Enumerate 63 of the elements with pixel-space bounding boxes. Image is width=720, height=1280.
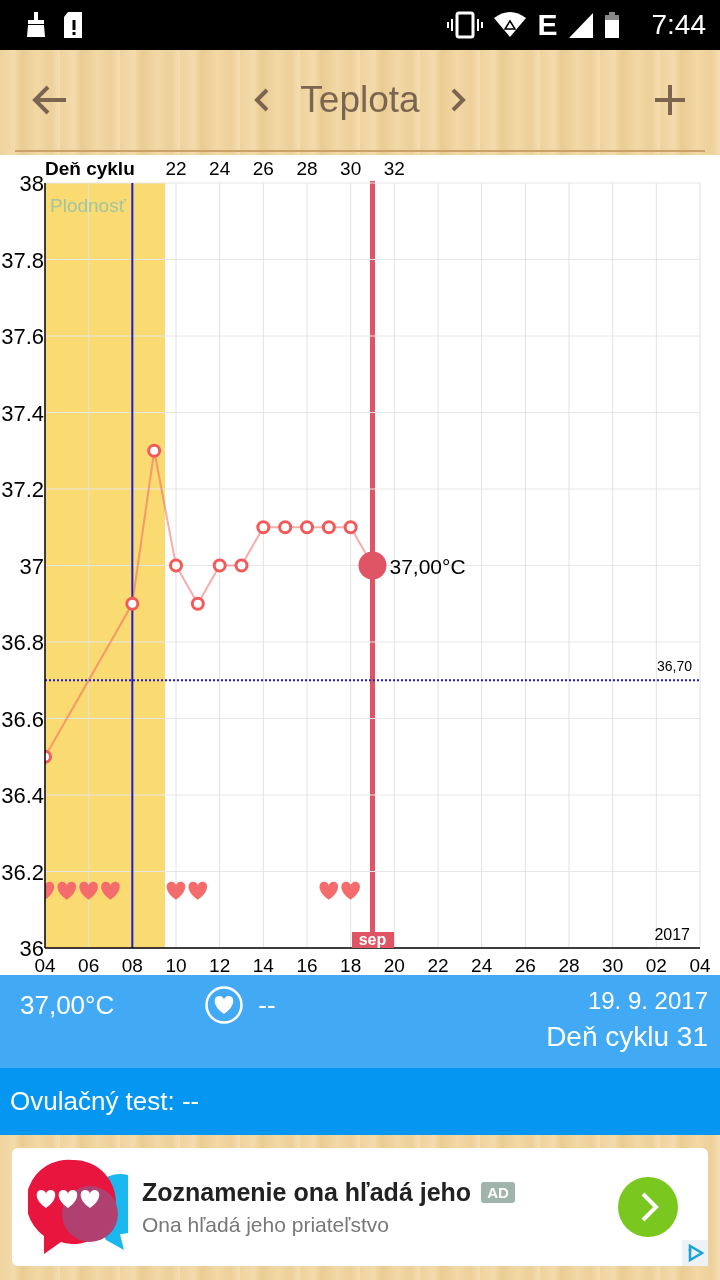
- cycle-day-axis-title: Deň cyklu: [45, 158, 135, 179]
- x-tick-label: 18: [340, 955, 362, 975]
- ad-banner[interactable]: Zoznamenie ona hľadá jeho AD Ona hľadá jeho priateľstvo: [12, 1148, 708, 1266]
- heart-icon: [57, 881, 77, 900]
- month-marker: sep: [351, 932, 394, 948]
- ovulation-test-label: Ovulačný test: --: [10, 1086, 200, 1117]
- battery-icon: [603, 10, 620, 40]
- heart-icon: [101, 881, 120, 900]
- x-tick-label: 24: [471, 955, 493, 975]
- ad-title: Zoznamenie ona hľadá jeho: [142, 1177, 472, 1207]
- heart-icon: [188, 881, 208, 900]
- network-type: E: [537, 8, 558, 42]
- y-tick-label: 37.4: [1, 400, 44, 426]
- x-tick-label: 02: [645, 955, 667, 975]
- y-tick-label: 38: [19, 171, 44, 196]
- x-tick-label: 28: [558, 955, 580, 975]
- temperature-point[interactable]: [45, 749, 52, 764]
- x-tick-label: 12: [209, 955, 231, 975]
- ad-info-icon[interactable]: [682, 1240, 708, 1266]
- x-tick-label: 04: [34, 955, 56, 975]
- date-label: 19. 9. 2017: [587, 987, 708, 1015]
- x-tick-label: 30: [602, 955, 624, 975]
- x-tick-label: 20: [383, 955, 405, 975]
- baseline-value: 36,70: [656, 658, 692, 675]
- y-tick-label: 36.2: [1, 859, 44, 885]
- vibrate-icon: [447, 10, 484, 40]
- cycle-day-tick-label: 22: [165, 158, 187, 179]
- intercourse-value: --: [258, 989, 276, 1021]
- screen-title: Teplota: [300, 79, 420, 121]
- clock: 7:44: [651, 9, 706, 41]
- heart-icon: [341, 881, 360, 900]
- y-tick-label: 36.4: [1, 783, 44, 808]
- y-tick-label: 37.2: [1, 477, 44, 502]
- cycle-day-tick-label: 26: [252, 158, 274, 179]
- x-tick-label: 04: [689, 955, 711, 975]
- y-tick-label: 37.6: [1, 324, 44, 349]
- year-label: 2017: [654, 926, 690, 943]
- ad-badge: AD: [481, 1181, 515, 1203]
- selected-point[interactable]: [358, 551, 387, 580]
- x-tick-label: 06: [78, 955, 100, 975]
- x-tick-label: 14: [252, 955, 274, 975]
- x-tick-label: 10: [165, 955, 187, 975]
- y-tick-label: 37: [19, 553, 44, 579]
- x-tick-label: 22: [427, 955, 449, 975]
- x-tick-label: 08: [121, 955, 143, 975]
- cycle-day-tick-label: 24: [209, 158, 231, 179]
- cycle-day-label: Deň cyklu 31: [546, 1021, 708, 1053]
- x-tick-label: 26: [514, 955, 536, 975]
- cycle-day-tick-label: 28: [296, 158, 318, 179]
- heart-icon: [319, 881, 339, 900]
- heart-icon: [166, 881, 186, 900]
- selected-value: 37,00°C: [389, 554, 466, 578]
- y-tick-label: 36.8: [1, 630, 44, 655]
- x-tick-label: 16: [296, 955, 318, 975]
- y-tick-label: 36.6: [1, 706, 44, 732]
- y-tick-label: 37.8: [1, 247, 44, 273]
- ad-subtitle: Ona hľadá jeho priateľstvo: [142, 1212, 390, 1237]
- cycle-day-tick-label: 30: [340, 158, 362, 179]
- heart-circle-icon: [204, 985, 245, 1025]
- heart-icon: [79, 881, 98, 900]
- heart-icon: [45, 881, 55, 900]
- cycle-day-tick-label: 32: [383, 158, 405, 179]
- temperature-value: 37,00°C: [20, 989, 115, 1021]
